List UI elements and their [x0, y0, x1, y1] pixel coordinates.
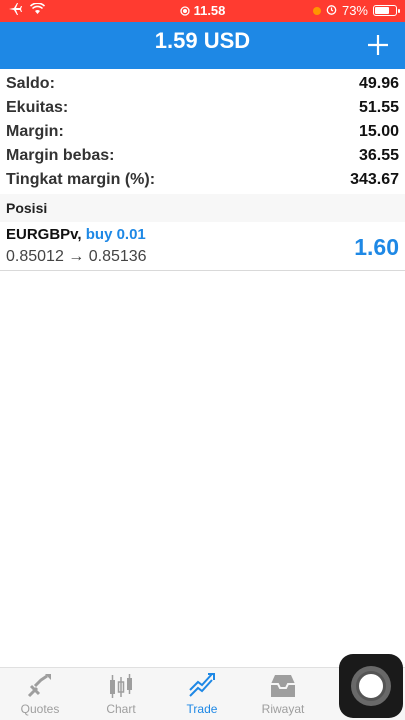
- status-time: 11.58: [193, 3, 226, 18]
- chart-icon: [110, 674, 132, 698]
- orange-dot-icon: [312, 6, 321, 15]
- alarm-icon: [326, 3, 337, 18]
- summary-label: Margin:: [6, 123, 64, 140]
- summary-value: 36.55: [358, 147, 399, 164]
- trade-icon: [189, 673, 215, 697]
- recording-icon: [179, 5, 190, 16]
- account-summary: Saldo: 49.96 Ekuitas: 51.55 Margin: 15.0…: [0, 72, 405, 192]
- summary-value: 343.67: [350, 171, 399, 188]
- tab-label: Riwayat: [261, 702, 305, 716]
- tab-label: Trade: [186, 702, 218, 716]
- header: 1.59 USD: [0, 22, 405, 69]
- plus-icon: [368, 35, 388, 55]
- battery-icon: [373, 5, 400, 16]
- status-right: 73%: [312, 3, 400, 18]
- summary-row-ekuitas: Ekuitas: 51.55: [0, 96, 405, 120]
- summary-row-margin-bebas: Margin bebas: 36.55: [0, 144, 405, 168]
- positions-section-header: Posisi: [0, 194, 405, 222]
- summary-row-saldo: Saldo: 49.96: [0, 72, 405, 96]
- tab-trade[interactable]: Trade: [162, 672, 242, 720]
- page-title: 1.59 USD: [154, 28, 251, 53]
- assistive-touch-center-icon: [356, 671, 386, 701]
- status-bar: 11.58 73%: [0, 0, 405, 22]
- history-icon: [271, 675, 295, 697]
- quotes-icon: [27, 674, 51, 698]
- position-symbol-name: EURGBPv,: [6, 226, 82, 243]
- summary-row-tingkat-margin: Tingkat margin (%): 343.67: [0, 168, 405, 192]
- tab-label: Chart: [106, 702, 136, 716]
- summary-label: Saldo:: [6, 75, 55, 92]
- summary-label: Ekuitas:: [6, 99, 69, 116]
- position-prices: 0.85012 → 0.85136: [6, 248, 147, 265]
- tab-chart[interactable]: Chart: [81, 672, 161, 720]
- position-type: buy 0.01: [85, 226, 146, 243]
- assistive-touch-button[interactable]: [339, 654, 403, 718]
- battery-percent: 73%: [341, 3, 368, 18]
- position-profit: 1.60: [354, 234, 399, 260]
- tab-quotes[interactable]: Quotes: [0, 672, 80, 720]
- summary-value: 15.00: [358, 123, 399, 140]
- summary-label: Margin bebas:: [6, 147, 115, 164]
- summary-row-margin: Margin: 15.00: [0, 120, 405, 144]
- position-row[interactable]: EURGBPv, buy 0.01 0.85012 → 0.85136 1.60: [0, 222, 405, 271]
- tab-label: Quotes: [20, 702, 60, 716]
- summary-value: 51.55: [358, 99, 399, 116]
- add-button[interactable]: [365, 30, 391, 60]
- summary-value: 49.96: [358, 75, 399, 92]
- screen: 11.58 73% 1.59 USD Saldo: 49.96 Ekuitas:…: [0, 0, 405, 720]
- position-symbol: EURGBPv, buy 0.01: [6, 226, 146, 243]
- summary-label: Tingkat margin (%):: [6, 171, 156, 188]
- tab-history[interactable]: Riwayat: [243, 672, 323, 720]
